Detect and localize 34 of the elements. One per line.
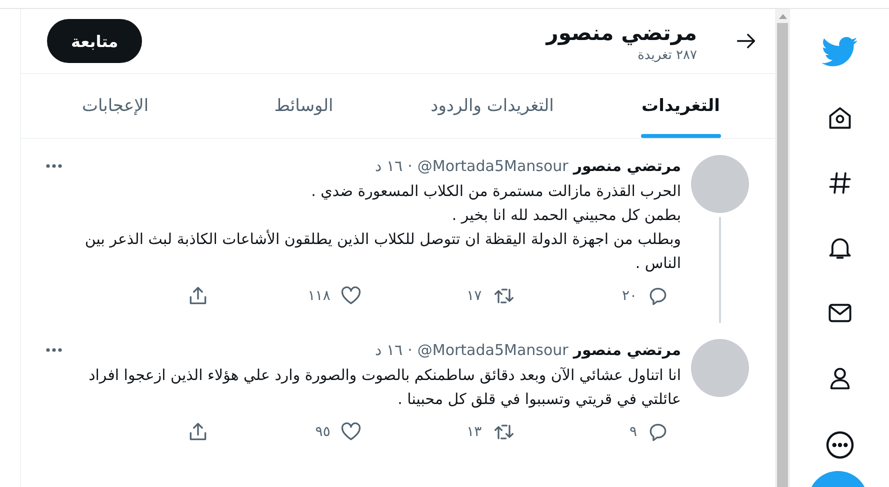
profile-tab[interactable]: التغريدات والردود	[398, 74, 586, 138]
like-count: ١١٨	[308, 288, 330, 304]
follow-button[interactable]: متابعة	[47, 19, 142, 63]
retweet-count: ١٣	[466, 424, 482, 440]
reply-count: ٢٠	[622, 288, 637, 304]
author-handle[interactable]: @Mortada5Mansour	[417, 341, 568, 359]
speech-bubble-icon[interactable]	[647, 421, 669, 443]
home-icon[interactable]	[826, 104, 852, 131]
tweet-text: انا اتناول عشائي الآن وبعد دقائق ساطمنكم بالصوت والصورة وارد علي هؤلاء الذين ازعجوا افراد عائلتي في قريتي وتسببوا في قلق كل محبينا .	[88, 365, 681, 410]
heart-icon[interactable]	[340, 285, 362, 307]
hashtag-icon[interactable]	[826, 170, 852, 196]
more-options-icon[interactable]	[45, 347, 63, 353]
author-handle[interactable]: @Mortada5Mansour	[417, 157, 568, 175]
speech-bubble-icon[interactable]	[647, 285, 669, 307]
like-count: ٩٥	[315, 424, 330, 440]
author-name[interactable]: مرتضي منصور	[573, 157, 681, 175]
retweet-count: ١٧	[466, 288, 482, 304]
tweet-time[interactable]: ١٦ د	[375, 341, 403, 359]
author-name[interactable]: مرتضي منصور	[573, 341, 681, 359]
bird-logo-icon[interactable]	[822, 37, 858, 67]
profile-name: مرتضي منصور	[544, 20, 697, 46]
profile-tab[interactable]: الإعجابات	[21, 74, 210, 138]
tweet-text: الحرب القذرة مازالت مستمرة من الكلاب المسعورة ضدي . بطمن كل محبيني الحمد لله انا بخير . وبطلب من اجهزة الدولة اليقظة ان تتوصل للكلاب الذين يطلقون الأشاعات الكاذبة لبث الذعر بين الناس .	[84, 181, 681, 274]
tweet-time[interactable]: ١٦ د	[375, 157, 403, 175]
more-icon[interactable]	[824, 430, 854, 460]
reply-count: ٩	[629, 424, 637, 440]
separator-dot: ·	[408, 341, 412, 359]
profile-tab[interactable]: التغريدات	[586, 74, 775, 138]
heart-icon[interactable]	[340, 421, 362, 443]
more-options-icon[interactable]	[45, 163, 63, 169]
separator-dot: ·	[408, 157, 412, 175]
scrollbar[interactable]	[775, 9, 790, 487]
tweet-count: ٢٨٧ تغريدة	[636, 48, 697, 62]
profile-tab[interactable]: الوسائط	[210, 74, 398, 138]
